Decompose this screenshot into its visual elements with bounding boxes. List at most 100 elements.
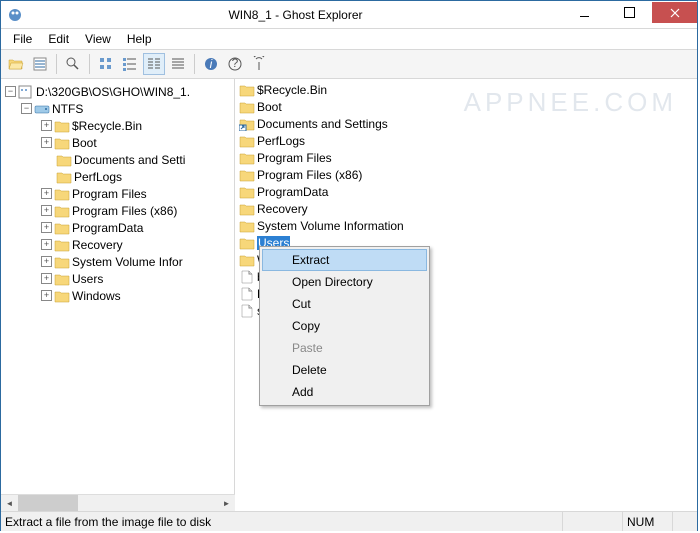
list-item-label: PerfLogs xyxy=(257,134,305,148)
list-item-label: Documents and Settings xyxy=(257,117,388,131)
expand-icon[interactable]: + xyxy=(41,239,52,250)
toolbar-separator xyxy=(56,54,57,74)
maximize-button[interactable] xyxy=(607,2,652,23)
tree-item[interactable]: + ProgramData xyxy=(1,219,234,236)
tree-scrollbar[interactable]: ◄ ► xyxy=(1,494,235,511)
toolbar-separator xyxy=(194,54,195,74)
file-icon xyxy=(239,304,255,318)
context-menu-item-copy[interactable]: Copy xyxy=(262,315,427,337)
list-item[interactable]: ProgramData xyxy=(237,183,695,200)
folder-icon xyxy=(54,289,70,303)
expand-icon[interactable]: + xyxy=(41,188,52,199)
antenna-button[interactable] xyxy=(248,53,270,75)
list-item[interactable]: System Volume Information xyxy=(237,217,695,234)
small-icons-button[interactable] xyxy=(119,53,141,75)
tree-item-label: System Volume Infor xyxy=(72,255,183,269)
toolbar: i ? xyxy=(1,49,697,79)
expand-icon[interactable]: + xyxy=(41,205,52,216)
scroll-thumb[interactable] xyxy=(18,495,78,511)
details-view-button[interactable] xyxy=(167,53,189,75)
folder-open-icon xyxy=(239,151,255,165)
tree-item[interactable]: +Program Files xyxy=(1,185,234,202)
tree-item[interactable]: Documents and Setti xyxy=(1,151,234,168)
folder-open-icon xyxy=(239,134,255,148)
context-menu-item-paste: Paste xyxy=(262,337,427,359)
expand-icon[interactable]: + xyxy=(41,273,52,284)
tree-item-label: $Recycle.Bin xyxy=(72,119,142,133)
tree-item[interactable]: +Recovery xyxy=(1,236,234,253)
window: WIN8_1 - Ghost Explorer File Edit View H… xyxy=(0,0,698,531)
menu-edit[interactable]: Edit xyxy=(40,30,77,48)
context-menu-item-add[interactable]: Add xyxy=(262,381,427,403)
list-item[interactable]: PerfLogs xyxy=(237,132,695,149)
collapse-icon[interactable]: − xyxy=(21,103,32,114)
list-item[interactable]: Boot xyxy=(237,98,695,115)
tree-item[interactable]: + $Recycle.Bin xyxy=(1,117,234,134)
tree-item[interactable]: +Boot xyxy=(1,134,234,151)
list-item-label: ProgramData xyxy=(257,185,328,199)
list-item[interactable]: Recovery xyxy=(237,200,695,217)
statusbar-text: Extract a file from the image file to di… xyxy=(1,515,562,529)
tree-item-label: PerfLogs xyxy=(74,170,122,184)
info-button[interactable]: i xyxy=(200,53,222,75)
large-icons-button[interactable] xyxy=(95,53,117,75)
tree-partition[interactable]: − NTFS xyxy=(1,100,234,117)
tree-root[interactable]: − D:\320GB\OS\GHO\WIN8_1. xyxy=(1,83,234,100)
statusbar: Extract a file from the image file to di… xyxy=(1,511,697,531)
folder-open-icon xyxy=(239,185,255,199)
scroll-left-icon[interactable]: ◄ xyxy=(1,495,18,512)
tree-root-label: D:\320GB\OS\GHO\WIN8_1. xyxy=(36,85,190,99)
folder-open-icon xyxy=(239,83,255,97)
svg-text:?: ? xyxy=(232,56,239,70)
search-button[interactable] xyxy=(62,53,84,75)
folder-icon xyxy=(56,170,72,184)
tree-item-label: Users xyxy=(72,272,103,286)
tree-item[interactable]: + System Volume Infor xyxy=(1,253,234,270)
list-item[interactable]: Documents and Settings xyxy=(237,115,695,132)
tree-item[interactable]: + Users xyxy=(1,270,234,287)
help-button[interactable]: ? xyxy=(224,53,246,75)
tree-panel: − D:\320GB\OS\GHO\WIN8_1. − NTFS + $Recyc… xyxy=(1,79,235,511)
folder-icon xyxy=(54,255,70,269)
expand-icon[interactable]: + xyxy=(41,290,52,301)
expand-icon[interactable]: + xyxy=(41,256,52,267)
scroll-right-icon[interactable]: ► xyxy=(218,495,235,512)
context-menu-item-cut[interactable]: Cut xyxy=(262,293,427,315)
close-button[interactable] xyxy=(652,2,697,23)
properties-button[interactable] xyxy=(29,53,51,75)
list-item[interactable]: Program Files xyxy=(237,149,695,166)
tree-item-label: Documents and Setti xyxy=(74,153,185,167)
tree-item[interactable]: PerfLogs xyxy=(1,168,234,185)
expand-icon[interactable]: + xyxy=(41,137,52,148)
folder-icon xyxy=(54,272,70,286)
titlebar: WIN8_1 - Ghost Explorer xyxy=(1,1,697,29)
expand-icon[interactable]: + xyxy=(41,120,52,131)
menu-view[interactable]: View xyxy=(77,30,119,48)
expand-icon[interactable]: + xyxy=(41,222,52,233)
list-item-label: $Recycle.Bin xyxy=(257,83,327,97)
collapse-icon[interactable]: − xyxy=(5,86,16,97)
folder-icon xyxy=(54,136,70,150)
list-view-button[interactable] xyxy=(143,53,165,75)
tree-item[interactable]: +Windows xyxy=(1,287,234,304)
folder-icon xyxy=(54,238,70,252)
list-item[interactable]: Program Files (x86) xyxy=(237,166,695,183)
file-icon xyxy=(239,287,255,301)
list-item[interactable]: $Recycle.Bin xyxy=(237,81,695,98)
menubar: File Edit View Help xyxy=(1,29,697,49)
menu-file[interactable]: File xyxy=(5,30,40,48)
tree-partition-label: NTFS xyxy=(52,102,83,116)
list-item-label: Recovery xyxy=(257,202,308,216)
folder-open-icon xyxy=(239,253,255,267)
ghost-file-icon xyxy=(18,85,34,99)
open-button[interactable] xyxy=(5,53,27,75)
tree-item[interactable]: +Program Files (x86) xyxy=(1,202,234,219)
context-menu-item-open-directory[interactable]: Open Directory xyxy=(262,271,427,293)
context-menu: ExtractOpen DirectoryCutCopyPasteDeleteA… xyxy=(259,246,430,406)
context-menu-item-delete[interactable]: Delete xyxy=(262,359,427,381)
menu-help[interactable]: Help xyxy=(119,30,160,48)
context-menu-item-extract[interactable]: Extract xyxy=(262,249,427,271)
list-item-label: Boot xyxy=(257,100,282,114)
minimize-button[interactable] xyxy=(562,2,607,23)
tree-item-label: ProgramData xyxy=(72,221,143,235)
